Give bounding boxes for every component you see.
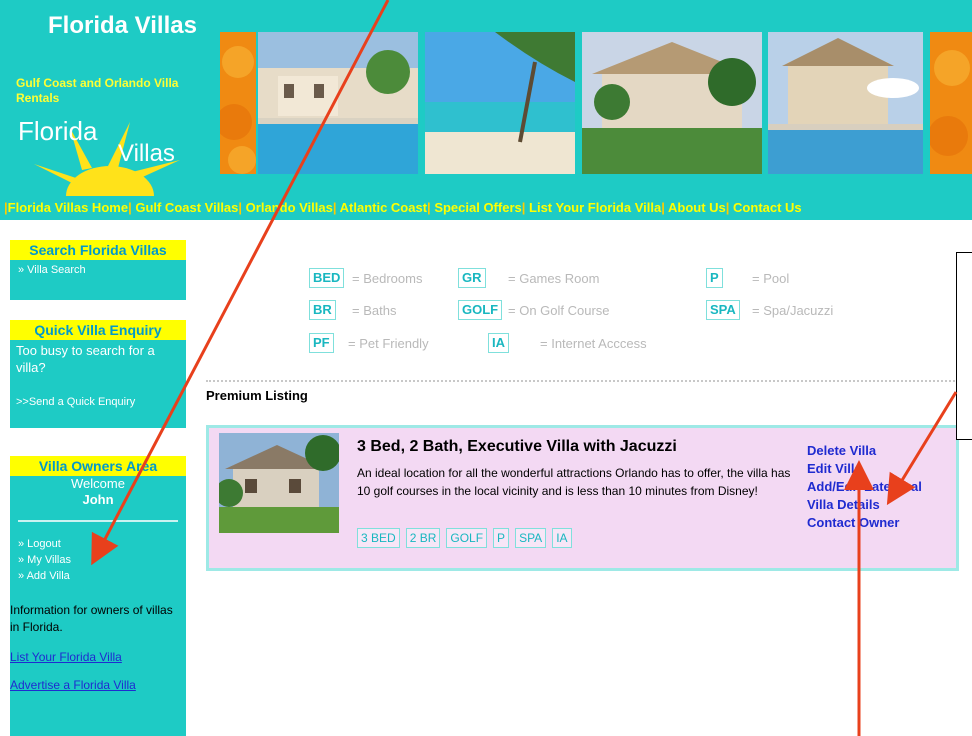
villa-owners-title: Villa Owners Area [10, 456, 186, 476]
search-box-title: Search Florida Villas [10, 240, 186, 260]
villa-search-link[interactable]: » Villa Search [10, 262, 186, 278]
logo-word-florida: Florida [18, 116, 98, 146]
search-box: Search Florida Villas » Villa Search [10, 240, 186, 300]
advertise-villa-link[interactable]: Advertise a Florida Villa [10, 678, 186, 692]
legend-label-p: = Pool [752, 271, 790, 286]
legend-code-bed: BED [309, 268, 345, 288]
main-nav-links: |Florida Villas Home| Gulf Coast Villas|… [4, 200, 802, 215]
quick-enquiry-text: Too busy to search for a villa? [16, 343, 155, 375]
legend-label-bed: = Bedrooms [352, 271, 423, 286]
user-name: John [82, 492, 114, 507]
listing-tags: 3 BED 2 BR GOLF P SPA IA [357, 528, 578, 548]
quick-enquiry-box: Quick Villa Enquiry Too busy to search f… [10, 320, 186, 428]
legend-label-pf: = Pet Friendly [348, 336, 429, 351]
nav-link-contact[interactable]: Contact Us [733, 200, 802, 215]
villa-garden-photo [582, 32, 762, 174]
annotation-box [956, 252, 972, 440]
nav-link-home[interactable]: Florida Villas Home [8, 200, 128, 215]
legend-code-golf: GOLF [458, 300, 503, 320]
nav-link-list-villa[interactable]: List Your Florida Villa [529, 200, 661, 215]
owners-info-text: Information for owners of villas in Flor… [10, 603, 173, 634]
send-enquiry-link[interactable]: >>Send a Quick Enquiry [10, 394, 186, 410]
list-villa-link[interactable]: List Your Florida Villa [10, 650, 186, 664]
add-edit-late-deal-link[interactable]: Add/Edit Late Deal [807, 478, 922, 496]
delete-villa-link[interactable]: Delete Villa [807, 442, 922, 460]
villa-pool-photo [258, 32, 418, 174]
villa-owners-box: Villa Owners Area Welcome John » Logout … [10, 456, 186, 736]
legend-code-p: P [706, 268, 723, 288]
site-title[interactable]: Florida Villas [48, 12, 197, 40]
legend-label-golf: = On Golf Course [508, 303, 610, 318]
legend-label-ia: = Internet Acccess [540, 336, 647, 351]
page: Florida Villas Gulf Coast and Orlando Vi… [0, 0, 972, 736]
listing-actions: Delete Villa Edit Villa Add/Edit Late De… [807, 442, 922, 532]
nav-link-atlantic-coast[interactable]: Atlantic Coast [340, 200, 427, 215]
tag-br: 2 BR [405, 528, 441, 548]
listing-description: An ideal location for all the wonderful … [357, 466, 791, 498]
legend-code-spa: SPA [706, 300, 740, 320]
villa-thumbnail[interactable] [219, 433, 339, 533]
legend-code-br: BR [309, 300, 336, 320]
edit-villa-link[interactable]: Edit Villa [807, 460, 922, 478]
tag-bed: 3 BED [357, 528, 400, 548]
legend-code-pf: PF [309, 333, 334, 353]
legend-label-br: = Baths [352, 303, 397, 318]
nav-link-special-offers[interactable]: Special Offers [434, 200, 521, 215]
logo-word-villas: Villas [118, 140, 175, 167]
premium-listing-label: Premium Listing [206, 388, 308, 403]
tag-golf: GOLF [446, 528, 488, 548]
tag-ia: IA [552, 528, 572, 548]
nav-link-gulf-coast[interactable]: Gulf Coast Villas [135, 200, 238, 215]
divider [18, 520, 178, 522]
orange-photo-left [220, 32, 256, 174]
main-nav: |Florida Villas Home| Gulf Coast Villas|… [0, 196, 972, 220]
listing-title[interactable]: 3 Bed, 2 Bath, Executive Villa with Jacu… [357, 438, 677, 456]
legend-code-ia: IA [488, 333, 509, 353]
villa-terrace-photo [768, 32, 923, 174]
tag-pool: P [493, 528, 510, 548]
contact-owner-link[interactable]: Contact Owner [807, 514, 922, 532]
site-header: Florida Villas Gulf Coast and Orlando Vi… [0, 0, 972, 196]
nav-link-about[interactable]: About Us [668, 200, 726, 215]
beach-photo [425, 32, 575, 174]
legend-label-gr: = Games Room [508, 271, 600, 286]
legend-code-gr: GR [458, 268, 486, 288]
legend-label-spa: = Spa/Jacuzzi [752, 303, 834, 318]
add-villa-link[interactable]: » Add Villa [10, 568, 186, 584]
orange-photo-right [930, 32, 972, 174]
my-villas-link[interactable]: » My Villas [10, 552, 186, 568]
quick-enquiry-title: Quick Villa Enquiry [10, 320, 186, 340]
tag-spa: SPA [515, 528, 547, 548]
villa-listing-card: 3 Bed, 2 Bath, Executive Villa with Jacu… [206, 425, 959, 571]
nav-link-orlando[interactable]: Orlando Villas [246, 200, 333, 215]
welcome-text: Welcome [71, 476, 125, 491]
logout-link[interactable]: » Logout [10, 536, 186, 552]
site-subtitle: Gulf Coast and Orlando Villa Rentals [16, 76, 179, 105]
section-divider [206, 380, 958, 382]
villa-details-link[interactable]: Villa Details [807, 496, 922, 514]
